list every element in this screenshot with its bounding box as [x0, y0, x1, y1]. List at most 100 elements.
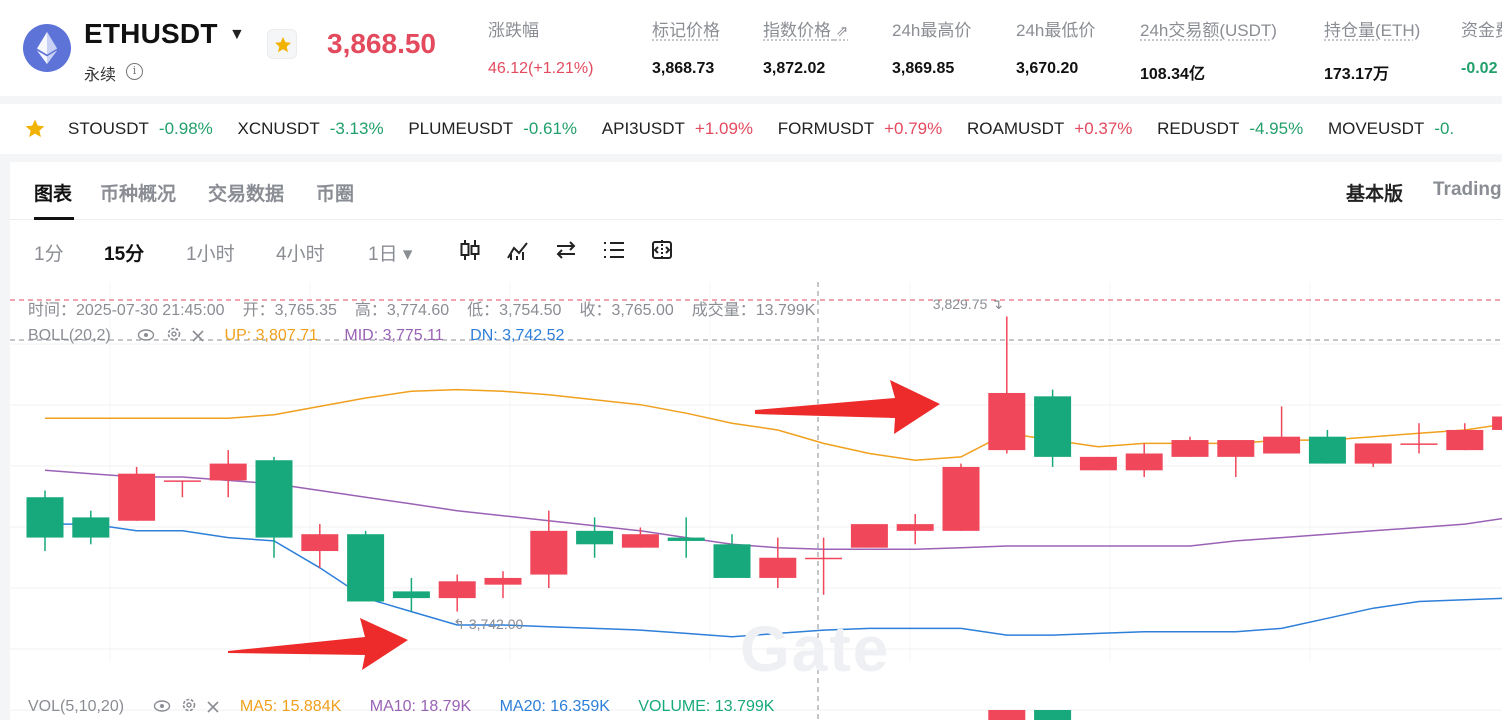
candle-body — [1492, 417, 1502, 430]
contract-type-label: 永续 — [84, 61, 116, 85]
candle-body — [72, 517, 109, 537]
vol-ma5: MA5: 15.884K — [240, 698, 341, 715]
candle-body — [301, 534, 338, 551]
interval-1h[interactable]: 1小时 — [186, 239, 235, 266]
last-price: 3,868.50 — [327, 28, 436, 60]
ticker-item[interactable]: MOVEUSDT -0. — [1328, 119, 1454, 139]
market-header: ETHUSDT ▼ 永续 i 3,868.50 涨跌幅 46.12(+1.21%… — [0, 0, 1502, 96]
tab-chart[interactable]: 图表 — [34, 179, 72, 206]
candle-body — [668, 538, 705, 541]
close-icon[interactable] — [192, 329, 204, 347]
ticker-item[interactable]: API3USDT +1.09% — [602, 119, 753, 139]
symbol-name[interactable]: ETHUSDT — [84, 18, 218, 50]
panel-tabs: 图表 币种概况 交易数据 币圈 基本版 Trading — [10, 162, 1502, 220]
eye-icon[interactable] — [153, 699, 171, 718]
candle-body — [393, 591, 430, 598]
version-tradingview[interactable]: Trading — [1433, 179, 1502, 201]
boll-upper-value: UP: 3,807.71 — [225, 327, 318, 344]
min-price-label: ↰ 3,742.00 — [453, 616, 523, 633]
candle-body — [943, 467, 980, 531]
candle-body — [1080, 457, 1117, 470]
candle-body — [759, 558, 796, 578]
vol-current: VOLUME: 13.799K — [638, 698, 774, 715]
eye-icon[interactable] — [137, 328, 155, 347]
boll-legend: BOLL(20,2) UP: 3,807.71 MID: 3,775.11 DN… — [28, 326, 586, 347]
candlestick-type-icon[interactable] — [458, 238, 482, 262]
candle-body — [622, 534, 659, 547]
candle-body — [439, 581, 476, 598]
ticker-item[interactable]: XCNUSDT -3.13% — [238, 119, 384, 139]
info-icon[interactable]: i — [126, 63, 143, 80]
tab-community[interactable]: 币圈 — [316, 179, 354, 206]
favorites-ticker: STOUSDT -0.98% XCNUSDT -3.13% PLUMEUSDT -0.… — [0, 104, 1502, 154]
ticker-item[interactable]: REDUSDT -4.95% — [1157, 119, 1303, 139]
candle-body — [347, 534, 384, 601]
candle-body — [1309, 437, 1346, 464]
interval-toolbar: 1分 15分 1小时 4小时 1日 ▾ — [10, 220, 1502, 282]
candle-body — [1263, 437, 1300, 454]
vol-ma20: MA20: 16.359K — [500, 698, 610, 715]
ohlc-readout: 时间：2025-07-30 21:45:00 开：3,765.35 高：3,774.… — [28, 296, 833, 320]
compare-swap-icon[interactable] — [554, 238, 578, 262]
candle-body — [897, 524, 934, 531]
stat-change: 涨跌幅 46.12(+1.21%) — [488, 16, 593, 78]
annotation-arrow — [228, 618, 408, 670]
interval-15m[interactable]: 15分 — [104, 239, 144, 266]
stat-24h-high: 24h最高价 3,869.85 — [892, 16, 971, 78]
chart-panel: 图表 币种概况 交易数据 币圈 基本版 Trading 1分 15分 1小时 4… — [10, 162, 1502, 720]
tab-coin-overview[interactable]: 币种概况 — [100, 179, 176, 206]
gear-icon[interactable] — [166, 326, 182, 347]
vol-ma10: MA10: 18.79K — [370, 698, 471, 715]
candle-body — [988, 393, 1025, 450]
candle-body — [1034, 396, 1071, 457]
stat-24h-turnover[interactable]: 24h交易额(USDT) 108.34亿 — [1140, 16, 1277, 84]
candle-body — [1355, 443, 1392, 463]
candle-body — [27, 497, 64, 537]
stat-24h-low: 24h最低价 3,670.20 — [1016, 16, 1095, 78]
candle-body — [530, 531, 567, 575]
ticker-item[interactable]: ROAMUSDT +0.37% — [967, 119, 1132, 139]
stat-index-price[interactable]: 指数价格 ⇗ 3,872.02 — [763, 16, 848, 78]
stat-open-interest[interactable]: 持仓量(ETH) 173.17万 — [1324, 16, 1420, 84]
close-icon[interactable] — [207, 700, 219, 718]
favorites-star-icon — [24, 118, 46, 140]
ticker-item[interactable]: FORMUSDT +0.79% — [778, 119, 942, 139]
external-link-icon[interactable]: ⇗ — [836, 23, 849, 40]
candle-body — [851, 524, 888, 548]
screenshot-icon[interactable] — [650, 238, 674, 262]
interval-4h[interactable]: 4小时 — [276, 239, 325, 266]
max-price-label: 3,829.75 ↴ — [933, 296, 1003, 313]
candle-body — [256, 460, 293, 537]
candle-body — [485, 578, 522, 585]
candle-body — [1172, 440, 1209, 457]
annotation-arrow — [755, 380, 940, 434]
candle-body — [1217, 440, 1254, 457]
interval-1d-dropdown[interactable]: 1日 ▾ — [368, 239, 412, 266]
boll-name: BOLL(20,2) — [28, 327, 111, 344]
tab-trading-data[interactable]: 交易数据 — [208, 179, 284, 206]
boll-lower-value: DN: 3,742.52 — [470, 327, 564, 344]
stat-funding-rate[interactable]: 资金费 -0.02 — [1461, 16, 1502, 78]
volume-bar — [988, 710, 1025, 720]
stat-mark-price[interactable]: 标记价格 3,868.73 — [652, 16, 720, 78]
ticker-item[interactable]: STOUSDT -0.98% — [68, 119, 213, 139]
version-basic[interactable]: 基本版 — [1346, 179, 1403, 206]
candle-body — [1126, 454, 1163, 471]
favorite-star-button[interactable] — [267, 29, 297, 59]
candle-body — [805, 558, 842, 560]
eth-logo — [23, 24, 71, 72]
candle-body — [164, 480, 201, 482]
kline-chart[interactable]: Gate 时间：2025-07-30 21:45:00 开：3,765.35 高：3… — [10, 282, 1502, 720]
candle-body — [1401, 443, 1438, 445]
symbol-dropdown-caret-icon[interactable]: ▼ — [229, 26, 245, 44]
settings-list-icon[interactable] — [602, 238, 626, 262]
vol-name: VOL(5,10,20) — [28, 698, 124, 715]
interval-1m[interactable]: 1分 — [34, 239, 64, 266]
candle-body — [576, 531, 613, 544]
candle-body — [714, 544, 751, 578]
gear-icon[interactable] — [181, 697, 197, 718]
volume-legend: VOL(5,10,20) MA5: 15.884K MA10: 18.79K M… — [28, 697, 798, 718]
indicators-icon[interactable] — [506, 238, 530, 262]
ticker-item[interactable]: PLUMEUSDT -0.61% — [408, 119, 577, 139]
boll-mid-value: MID: 3,775.11 — [344, 327, 443, 344]
